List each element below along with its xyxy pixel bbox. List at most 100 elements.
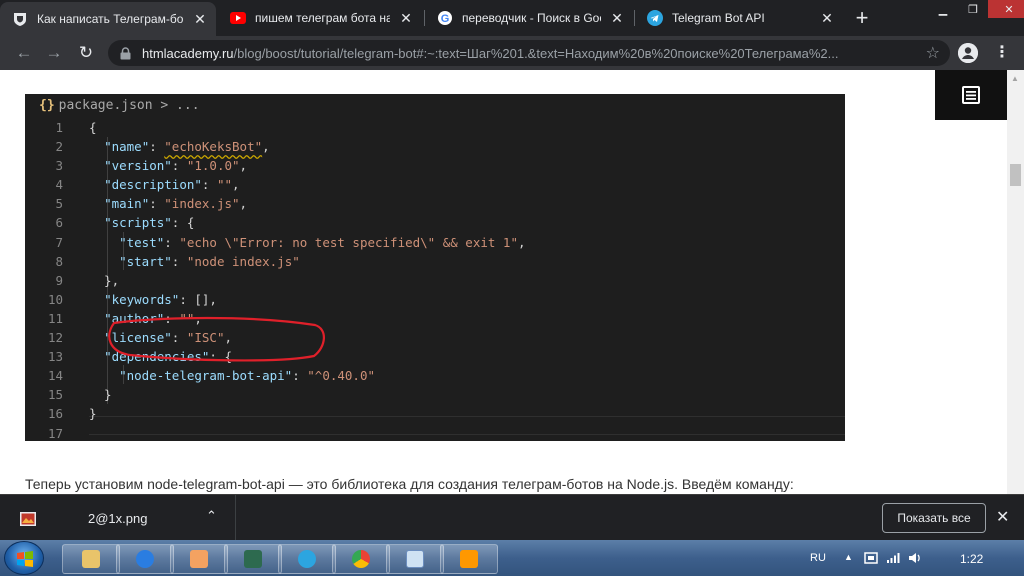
line-text: { <box>89 118 97 137</box>
json-punct <box>89 292 104 307</box>
json-key: "start" <box>119 253 172 269</box>
json-key: "description" <box>104 177 202 193</box>
json-punct: : <box>292 368 308 384</box>
json-punct <box>89 177 104 192</box>
tab-2[interactable]: G переводчик - Поиск в Goo ✕ <box>425 0 633 36</box>
tray-app-icon[interactable] <box>864 552 878 564</box>
code-line: 7 "test": "echo \"Error: no test specifi… <box>25 233 845 252</box>
reload-icon[interactable]: ↻ <box>74 41 98 65</box>
scroll-up-arrow-icon[interactable]: ▲ <box>1011 74 1019 83</box>
language-indicator[interactable]: RU <box>810 552 826 564</box>
google-g-icon: G <box>437 10 453 26</box>
more-menu-icon[interactable]: ⋮ <box>994 44 1010 64</box>
tab-close-icon[interactable]: ✕ <box>190 9 210 29</box>
table-of-contents-button[interactable] <box>935 70 1007 120</box>
window-controls: ▁ ❐ ✕ <box>928 0 1024 18</box>
close-downloads-icon[interactable]: ✕ <box>996 507 1009 527</box>
taskbar-clock[interactable]: 1:22 <box>960 552 983 566</box>
window-close-icon[interactable]: ✕ <box>988 0 1024 18</box>
code-line: 15 } <box>25 385 845 404</box>
json-key: "keywords" <box>104 291 180 307</box>
tab-close-icon[interactable]: ✕ <box>817 8 837 28</box>
address-bar[interactable]: htmlacademy.ru/blog/boost/tutorial/teleg… <box>108 40 950 66</box>
youtube-icon <box>230 10 246 26</box>
show-all-downloads-button[interactable]: Показать все <box>882 503 986 533</box>
code-line: 3 "version": "1.0.0", <box>25 156 845 175</box>
json-punct: : <box>149 139 165 155</box>
lock-icon <box>120 46 132 60</box>
json-string: "echo \"Error: no test specified\" && ex… <box>179 234 518 250</box>
back-arrow-icon[interactable]: ← <box>12 41 36 65</box>
telegram-icon <box>647 10 663 26</box>
code-editor-screenshot: {} package.json > ... 1{2 "name": "echoKe… <box>25 94 845 441</box>
json-punct <box>89 196 104 211</box>
code-line: 6 "scripts": { <box>25 213 845 232</box>
network-signal-icon[interactable] <box>886 552 900 564</box>
json-punct: }, <box>89 272 120 288</box>
tab-title: Telegram Bot API <box>672 11 765 25</box>
forward-arrow-icon[interactable]: → <box>42 41 66 65</box>
json-punct: { <box>89 120 97 135</box>
json-punct: : <box>201 177 217 193</box>
editor-breadcrumb: {} package.json > ... <box>39 98 200 113</box>
tab-3[interactable]: Telegram Bot API ✕ <box>635 0 843 36</box>
new-tab-plus-icon[interactable]: + <box>850 7 874 31</box>
document-icon <box>962 86 980 104</box>
line-number: 5 <box>55 196 63 212</box>
line-number: 11 <box>47 310 63 326</box>
page-scrollbar[interactable]: ▲ <box>1007 70 1024 494</box>
json-punct: , <box>232 177 240 193</box>
tab-1[interactable]: пишем телеграм бота на j ✕ <box>218 0 422 36</box>
tab-close-icon[interactable]: ✕ <box>607 8 627 28</box>
line-text: "test": "echo \"Error: no test specified… <box>89 233 525 252</box>
tab-title: переводчик - Поиск в Goo <box>462 11 601 25</box>
start-button[interactable] <box>4 541 44 575</box>
json-punct <box>89 139 104 154</box>
taskbar-telegram[interactable] <box>278 544 336 574</box>
line-number: 16 <box>47 406 63 422</box>
tab-close-icon[interactable]: ✕ <box>396 8 416 28</box>
windows-logo-icon <box>17 551 33 567</box>
chevron-up-icon[interactable]: ⌃ <box>206 508 217 524</box>
code-line: 9 }, <box>25 271 845 290</box>
taskbar-media[interactable] <box>170 544 228 574</box>
browser-toolbar: ← → ↻ htmlacademy.ru/blog/boost/tutorial… <box>0 36 1024 70</box>
url-host: htmlacademy.ru <box>142 45 234 61</box>
json-string: "node index.js" <box>186 253 300 269</box>
url-text: htmlacademy.ru/blog/boost/tutorial/teleg… <box>142 46 912 61</box>
line-number: 14 <box>47 368 63 384</box>
taskbar-app[interactable] <box>224 544 282 574</box>
profile-avatar-icon[interactable] <box>958 43 978 63</box>
window-icon <box>406 550 424 568</box>
line-text: "description": "", <box>89 175 240 194</box>
telegram-icon <box>298 550 316 568</box>
json-punct: : { <box>171 215 195 231</box>
red-circle-annotation <box>108 316 325 362</box>
line-text: }, <box>89 271 119 290</box>
download-item[interactable]: 2@1x.png ⌃ <box>0 495 236 541</box>
restore-icon[interactable]: ❐ <box>958 0 988 18</box>
line-number: 1 <box>55 120 63 135</box>
screen: Как написать Телеграм-бо ✕ пишем телегра… <box>0 0 1024 576</box>
tray-expand-icon[interactable]: ▲ <box>844 552 853 562</box>
json-key: "scripts" <box>104 215 172 231</box>
taskbar-ie[interactable] <box>116 544 174 574</box>
taskbar-window[interactable] <box>386 544 444 574</box>
json-punct: , <box>262 139 270 155</box>
bookmark-star-icon[interactable]: ☆ <box>926 43 940 63</box>
scrollbar-thumb[interactable] <box>1010 164 1021 186</box>
line-number: 10 <box>47 291 63 307</box>
folder-icon <box>82 550 100 568</box>
json-key: "node-telegram-bot-api" <box>119 368 293 384</box>
taskbar-explorer[interactable] <box>62 544 120 574</box>
volume-icon[interactable] <box>908 552 922 564</box>
tab-0[interactable]: Как написать Телеграм-бо ✕ <box>0 2 216 36</box>
line-number: 17 <box>47 425 63 441</box>
taskbar-sublime[interactable] <box>440 544 498 574</box>
json-key: "name" <box>104 139 150 155</box>
code-lines: 1{2 "name": "echoKeksBot", 3 "version": "… <box>25 118 845 443</box>
line-text: "node-telegram-bot-api": "^0.40.0" <box>89 366 375 385</box>
minimize-icon[interactable]: ▁ <box>928 0 958 18</box>
article-paragraph: Теперь установим node-telegram-bot-api —… <box>25 476 794 492</box>
taskbar-chrome[interactable] <box>332 544 390 574</box>
